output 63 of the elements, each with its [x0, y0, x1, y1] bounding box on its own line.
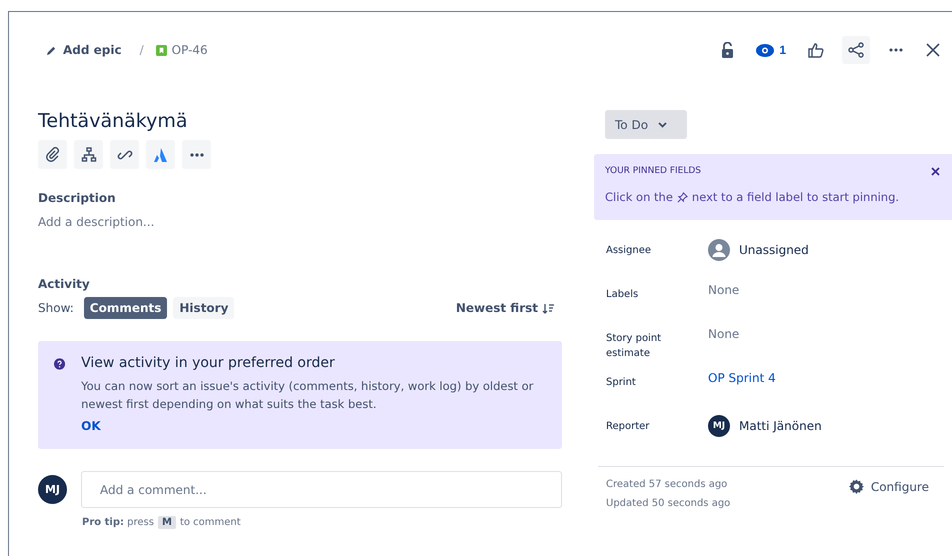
thumbs-up-icon: [808, 42, 824, 58]
bookmark-icon: [156, 44, 167, 56]
chevron-down-icon: [658, 122, 668, 128]
watch-button[interactable]: 1: [752, 39, 790, 61]
add-epic-link[interactable]: Add epic: [46, 43, 122, 57]
child-issue-button[interactable]: [74, 140, 103, 169]
peak-icon: [152, 146, 168, 162]
activity-label: Activity: [38, 277, 91, 291]
ok-link[interactable]: OK: [81, 419, 546, 433]
status-dropdown[interactable]: To Do: [605, 110, 687, 139]
attach-button[interactable]: [38, 140, 67, 169]
unlocked-padlock-icon: [721, 42, 734, 58]
share-icon: [848, 42, 864, 58]
activity-tab[interactable]: Comments: [84, 297, 168, 319]
description-label: Description: [38, 191, 117, 205]
field-label: Reporter: [606, 420, 650, 434]
field-label: Story point estimate: [606, 332, 662, 361]
hierarchy-icon: [80, 146, 96, 162]
sort-icon: [542, 302, 554, 314]
pencil-icon: [46, 44, 57, 56]
breadcrumb-separator: /: [140, 43, 144, 57]
pro-tip-text: Pro tip: press: [82, 517, 154, 528]
field-label: Labels: [606, 288, 640, 302]
configure-button[interactable]: Configure: [848, 479, 929, 494]
sort-button[interactable]: Newest first: [448, 301, 562, 315]
notice-text: You can now sort an issue's activity (comments, history, work log) by oldest or newest first depending on what suits the task best.: [81, 378, 534, 413]
issue-key-link[interactable]: OP-46: [156, 43, 208, 57]
eye-icon: [756, 44, 774, 56]
field-label: Assignee: [606, 244, 652, 258]
pro-tip-text: to comment: [180, 517, 241, 528]
activity-tab[interactable]: History: [173, 297, 234, 319]
pinned-fields-hint: Click on the: [605, 190, 673, 204]
field-label: Sprint: [606, 376, 637, 390]
created-timestamp: Created 57 seconds ago: [606, 479, 728, 490]
person-icon: [708, 239, 730, 261]
keyboard-key: M: [158, 516, 176, 529]
app-button[interactable]: [146, 140, 175, 169]
field-value: Unassigned: [739, 243, 809, 257]
share-button[interactable]: [842, 36, 870, 64]
close-button[interactable]: [931, 166, 940, 176]
link-issue-button[interactable]: [110, 140, 139, 169]
pinned-fields-hint: next to a field label to start pinning.: [692, 190, 900, 204]
updated-timestamp: Updated 50 seconds ago: [606, 498, 730, 509]
field-value: None: [708, 327, 740, 341]
issue-title: Tehtävänäkymä: [38, 110, 188, 132]
more-icon: [888, 48, 904, 52]
description-field[interactable]: Add a description...: [38, 215, 562, 229]
show-label: Show:: [38, 301, 74, 315]
field-value: Matti Jänönen: [739, 419, 822, 433]
user-avatar: MJ: [708, 415, 730, 437]
pinned-fields-heading: YOUR PINNED FIELDS: [605, 166, 701, 176]
more-button[interactable]: [182, 140, 211, 169]
paperclip-icon: [44, 146, 60, 162]
comment-field[interactable]: Add a comment...: [81, 471, 562, 508]
notice-title: View activity in your preferred order: [81, 355, 336, 371]
close-icon: [931, 166, 940, 176]
gear-icon: [848, 479, 864, 494]
pin-icon: [676, 192, 688, 202]
close-icon: [926, 43, 940, 57]
field-value: None: [708, 283, 740, 297]
more-icon: [188, 152, 204, 156]
sprint-link[interactable]: OP Sprint 4: [708, 371, 776, 385]
user-avatar: MJ: [38, 475, 67, 504]
